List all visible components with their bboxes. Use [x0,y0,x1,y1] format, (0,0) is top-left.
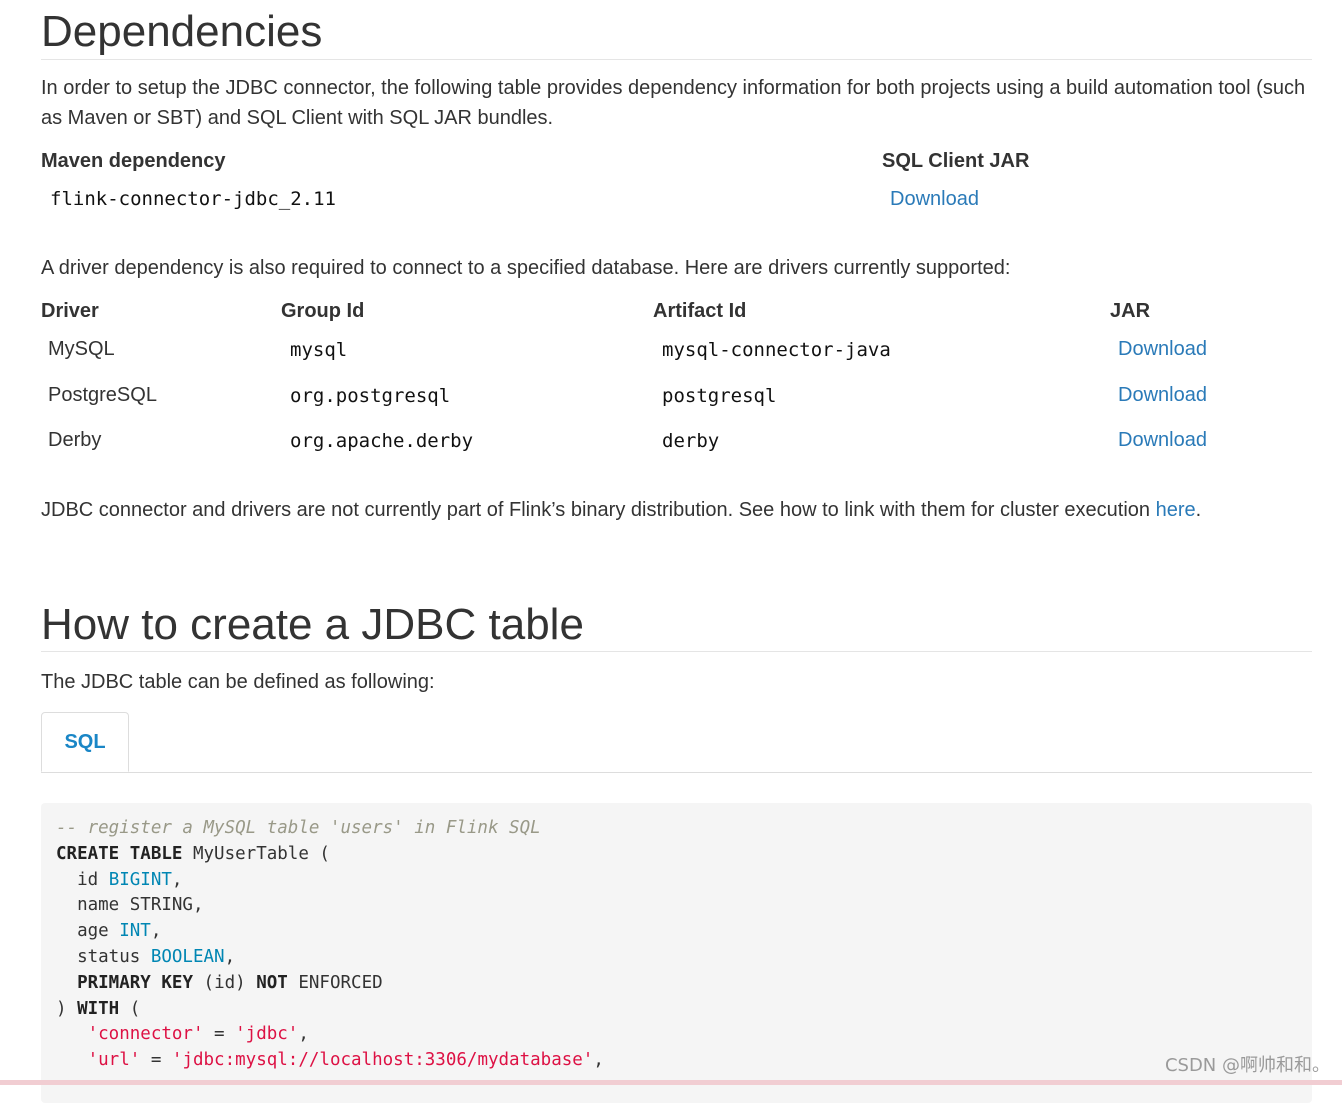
code-token: CREATE [56,843,120,864]
sql-client-jar-download-link[interactable]: Download [890,188,979,211]
cluster-execution-link[interactable]: here [1156,499,1196,521]
code-token: 'url' [87,1050,141,1071]
driver-name-mysql: MySQL [48,338,115,360]
code-token: PRIMARY [77,972,151,993]
tab-sql[interactable]: SQL [41,712,129,772]
section-title-create-table: How to create a JDBC table [41,600,1312,653]
maven-dependency-header: Maven dependency [41,150,226,172]
maven-dependency-value: flink-connector-jdbc_2.11 [50,188,336,210]
code-line: -- register a MySQL table 'users' in Fli… [56,816,1297,842]
artifact-id-col-header: Artifact Id [653,300,747,322]
code-line: 'url' = 'jdbc:mysql://localhost:3306/myd… [56,1048,1297,1074]
csdn-watermark: CSDN @啊帅和和。 [1164,1055,1330,1076]
group-id-derby: org.apache.derby [290,430,474,452]
sql-client-jar-header: SQL Client JAR [882,150,1030,172]
tab-bar-divider [41,772,1312,773]
driver-name-derby: Derby [48,429,102,451]
code-token: BIGINT [108,869,172,890]
code-token: status [56,946,151,967]
section-title-dependencies: Dependencies [41,7,1312,61]
code-token: INT [119,921,151,942]
group-id-col-header: Group Id [281,300,365,322]
code-line: id BIGINT, [56,868,1297,894]
code-token: , [150,921,162,942]
note-text: JDBC connector and drivers are not curre… [41,499,1156,521]
code-token: ENFORCED [287,972,383,993]
download-link-derby[interactable]: Download [1118,429,1207,452]
create-table-intro: The JDBC table can be defined as followi… [41,671,435,693]
code-line: name STRING, [56,893,1297,919]
code-line: age INT, [56,919,1297,945]
driver-col-header: Driver [41,300,99,322]
code-lines: -- register a MySQL table 'users' in Fli… [56,816,1297,1074]
binary-distribution-note: JDBC connector and drivers are not curre… [41,495,1201,525]
code-token: KEY [161,972,193,993]
note-end: . [1195,499,1202,521]
code-token: BOOLEAN [150,946,225,967]
group-id-postgresql: org.postgresql [290,385,451,407]
group-id-mysql: mysql [290,339,348,361]
code-token: 'jdbc' [235,1024,299,1045]
code-token: name STRING, [56,895,204,916]
code-token: , [593,1050,604,1071]
download-link-mysql[interactable]: Download [1118,338,1207,361]
code-token: WITH [77,998,120,1019]
code-token: = [203,1024,236,1045]
jar-col-header: JAR [1110,300,1151,322]
download-link-postgresql[interactable]: Download [1118,384,1207,407]
artifact-id-postgresql: postgresql [662,385,777,407]
code-token: ( [119,998,141,1019]
code-token: MyUserTable ( [182,843,330,864]
code-token: (id) [193,972,257,993]
code-token: id [56,869,109,890]
code-token: TABLE [129,843,183,864]
dependencies-intro: In order to setup the JDBC connector, th… [41,77,1306,129]
artifact-id-mysql: mysql-connector-java [662,339,891,361]
code-token: -- register a MySQL table 'users' in Fli… [56,818,541,838]
code-line: PRIMARY KEY (id) NOT ENFORCED [56,971,1297,997]
code-token: 'jdbc:mysql://localhost:3306/mydatabase' [171,1050,594,1071]
code-token: age [56,921,120,942]
driver-intro: A driver dependency is also required to … [41,257,1011,279]
code-line: 'connector' = 'jdbc', [56,1022,1297,1048]
code-line: status BOOLEAN, [56,945,1297,971]
code-line: CREATE TABLE MyUserTable ( [56,842,1297,868]
code-token: NOT [256,972,288,993]
code-token: ) [56,998,78,1019]
artifact-id-derby: derby [662,430,720,452]
code-token: , [224,946,236,967]
code-token: 'connector' [87,1024,204,1045]
code-token: , [298,1024,309,1045]
code-token: = [140,1050,172,1071]
code-line: ) WITH ( [56,997,1297,1023]
bottom-edge-bar [0,1080,1342,1085]
sql-code-block: -- register a MySQL table 'users' in Fli… [41,803,1312,1103]
code-token: , [171,869,183,890]
driver-name-postgresql: PostgreSQL [48,384,157,406]
